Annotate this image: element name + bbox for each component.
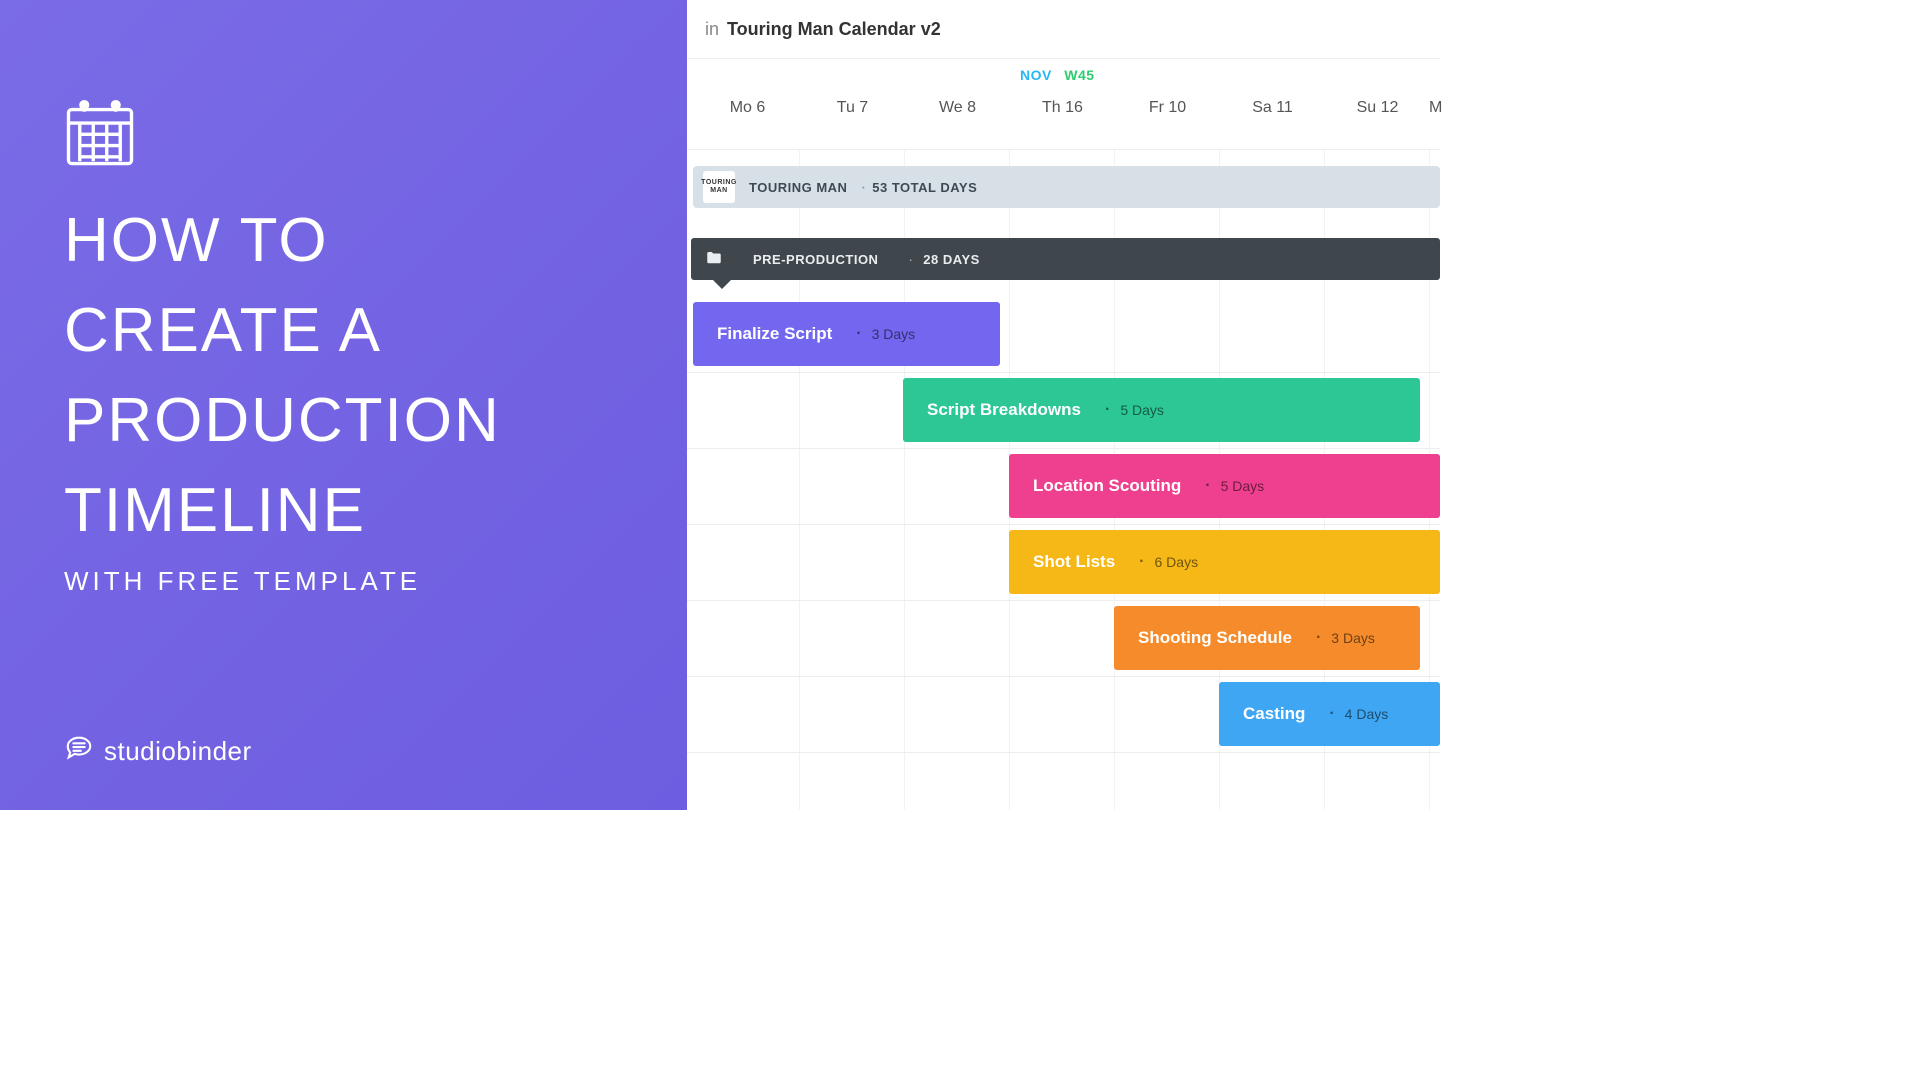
task-duration: 5 Days (1221, 478, 1265, 494)
task-finalize-script[interactable]: Finalize Script · 3 Days (693, 302, 1000, 366)
chat-bubble-icon (64, 733, 94, 770)
task-name: Shooting Schedule (1138, 628, 1292, 648)
hero-panel: HOW TO CREATE A PRODUCTION TIMELINE WITH… (0, 0, 687, 810)
separator-dot: · (856, 325, 861, 343)
task-shooting-schedule[interactable]: Shooting Schedule · 3 Days (1114, 606, 1420, 670)
task-script-breakdowns[interactable]: Script Breakdowns · 5 Days (903, 378, 1420, 442)
day-header[interactable]: Mo 6 (695, 99, 800, 117)
separator-dot: · (908, 252, 913, 267)
hero-title-line: TIMELINE (64, 466, 623, 556)
separator-dot: · (861, 180, 866, 195)
task-duration: 6 Days (1155, 554, 1199, 570)
hero-title-line: HOW TO (64, 196, 623, 286)
task-name: Shot Lists (1033, 552, 1115, 572)
hero-title: HOW TO CREATE A PRODUCTION TIMELINE (64, 196, 623, 556)
hero-title-line: CREATE A (64, 286, 623, 376)
separator-dot: · (1329, 705, 1334, 723)
day-header[interactable]: We 8 (905, 99, 1010, 117)
hero-subtitle: WITH FREE TEMPLATE (64, 566, 623, 597)
task-casting[interactable]: Casting · 4 Days (1219, 682, 1440, 746)
separator-dot: · (1316, 629, 1321, 647)
project-bar[interactable]: TOURING MAN TOURING MAN · 53 TOTAL DAYS (693, 166, 1440, 208)
brand-name: studiobinder (104, 736, 252, 767)
calendar-name: Touring Man Calendar v2 (727, 19, 941, 40)
day-header[interactable]: Tu 7 (800, 99, 905, 117)
task-name: Location Scouting (1033, 476, 1181, 496)
task-duration: 4 Days (1345, 706, 1389, 722)
project-total-days: 53 TOTAL DAYS (872, 180, 977, 195)
phase-days: 28 DAYS (923, 252, 980, 267)
separator-dot: · (1105, 401, 1110, 419)
breadcrumb[interactable]: in Touring Man Calendar v2 (687, 0, 1440, 58)
separator-dot: · (1139, 553, 1144, 571)
phase-name: PRE-PRODUCTION (753, 252, 878, 267)
task-duration: 3 Days (872, 326, 916, 342)
breadcrumb-prefix: in (705, 19, 719, 40)
phase-bar[interactable]: PRE-PRODUCTION · 28 DAYS (691, 238, 1440, 280)
day-header[interactable]: M (1429, 99, 1449, 117)
day-header[interactable]: Fr 10 (1115, 99, 1220, 117)
task-duration: 5 Days (1120, 402, 1164, 418)
day-header[interactable]: Th 16 (1010, 99, 1115, 117)
day-headers: Mo 6 Tu 7 We 8 Th 16 Fr 10 Sa 11 Su 12 M (687, 99, 1440, 127)
week-badge: W45 (1064, 67, 1094, 83)
task-name: Finalize Script (717, 324, 832, 344)
task-name: Script Breakdowns (927, 400, 1081, 420)
project-thumbnail: TOURING MAN (703, 171, 735, 203)
day-header[interactable]: Sa 11 (1220, 99, 1325, 117)
task-name: Casting (1243, 704, 1305, 724)
gantt-area[interactable]: TOURING MAN TOURING MAN · 53 TOTAL DAYS … (687, 150, 1440, 810)
folder-icon (705, 249, 723, 270)
task-shot-lists[interactable]: Shot Lists · 6 Days (1009, 530, 1440, 594)
calendar-header: NOV W45 Mo 6 Tu 7 We 8 Th 16 Fr 10 Sa 11… (687, 58, 1440, 150)
task-location-scouting[interactable]: Location Scouting · 5 Days (1009, 454, 1440, 518)
separator-dot: · (1205, 477, 1210, 495)
task-duration: 3 Days (1331, 630, 1375, 646)
brand: studiobinder (64, 733, 252, 770)
calendar-app: in Touring Man Calendar v2 NOV W45 Mo 6 … (687, 0, 1440, 810)
hero-title-line: PRODUCTION (64, 376, 623, 466)
project-name: TOURING MAN (749, 180, 847, 195)
day-header[interactable]: Su 12 (1325, 99, 1430, 117)
month-badge: NOV (1020, 67, 1052, 83)
calendar-icon (64, 96, 136, 168)
